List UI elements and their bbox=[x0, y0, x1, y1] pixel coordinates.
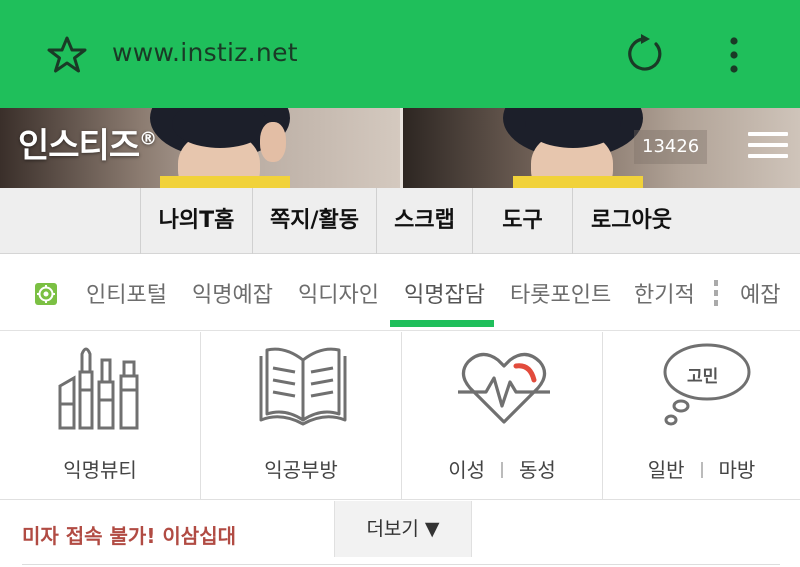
open-book-icon bbox=[259, 347, 347, 426]
site-logo[interactable]: 인스티즈® bbox=[18, 118, 157, 167]
more-button[interactable]: 더보기 ▼ bbox=[334, 501, 472, 557]
divider-line bbox=[22, 564, 780, 565]
tab-anon-design[interactable]: 익디자인 bbox=[298, 277, 379, 309]
board-grid: 익명뷰티 익공부방 이성 동성 고민 일반 마방 bbox=[0, 332, 800, 500]
menu-tools[interactable]: 도구 bbox=[472, 188, 572, 254]
banner-photo-right bbox=[403, 108, 800, 188]
user-menu-bar: 나의T홈 쪽지/활동 스크랩 도구 로그아웃 bbox=[0, 188, 800, 254]
tab-anon-entertainment[interactable]: 익명예잡 bbox=[192, 277, 273, 309]
active-tab-indicator bbox=[390, 320, 494, 327]
settings-icon[interactable] bbox=[34, 282, 58, 306]
url-text[interactable]: www.instiz.net bbox=[112, 38, 298, 67]
board-general-link[interactable]: 일반 bbox=[648, 458, 685, 482]
overflow-menu-icon[interactable] bbox=[722, 34, 746, 76]
logo-text: 인스티즈 bbox=[18, 126, 140, 166]
category-tabs: 인티포털 익명예잡 익디자인 익명잡담 타롯포인트 한기적 예잡 bbox=[0, 255, 800, 331]
registered-mark: ® bbox=[139, 128, 157, 150]
header-banner: 인스티즈® 13426 bbox=[0, 108, 800, 188]
board-worry: 고민 일반 마방 bbox=[603, 332, 800, 500]
browser-toolbar: www.instiz.net bbox=[0, 0, 800, 108]
tab-tarot-point[interactable]: 타롯포인트 bbox=[510, 277, 611, 309]
star-icon[interactable] bbox=[46, 34, 88, 76]
board-beauty-label: 익명뷰티 bbox=[63, 458, 137, 482]
board-beauty[interactable]: 익명뷰티 bbox=[0, 332, 201, 500]
notice-link[interactable]: 미자 접속 불가! 이삼십대 bbox=[22, 520, 236, 549]
option-divider bbox=[700, 462, 703, 478]
board-love: 이성 동성 bbox=[402, 332, 603, 500]
board-homo-link[interactable]: 동성 bbox=[519, 458, 556, 482]
thought-bubble-icon bbox=[663, 343, 751, 426]
tab-inti-portal[interactable]: 인티포털 bbox=[86, 277, 167, 309]
thought-bubble-text: 고민 bbox=[687, 367, 719, 387]
tab-hangijeok[interactable]: 한기적 bbox=[634, 277, 695, 309]
notification-count[interactable]: 13426 bbox=[634, 130, 708, 164]
board-study[interactable]: 익공부방 bbox=[201, 332, 402, 500]
board-mabang-link[interactable]: 마방 bbox=[719, 458, 756, 482]
board-love-options: 이성 동성 bbox=[402, 454, 602, 483]
cosmetics-icon bbox=[58, 347, 139, 430]
tab-anon-chat[interactable]: 익명잡담 bbox=[404, 277, 485, 309]
option-divider bbox=[501, 462, 503, 478]
board-worry-options: 일반 마방 bbox=[603, 454, 800, 483]
board-hetero-link[interactable]: 이성 bbox=[448, 458, 485, 482]
reload-icon[interactable] bbox=[622, 32, 666, 76]
board-study-label: 익공부방 bbox=[264, 458, 338, 482]
tab-separator bbox=[714, 280, 718, 310]
menu-scrap[interactable]: 스크랩 bbox=[376, 188, 472, 254]
notice-strip: 미자 접속 불가! 이삼십대 더보기 ▼ bbox=[0, 501, 800, 567]
menu-logout[interactable]: 로그아웃 bbox=[572, 188, 690, 254]
hamburger-menu-icon[interactable] bbox=[748, 132, 788, 162]
heartbeat-icon bbox=[458, 352, 550, 424]
tab-entertainment[interactable]: 예잡 bbox=[740, 277, 780, 309]
menu-my-home[interactable]: 나의T홈 bbox=[140, 188, 252, 254]
menu-messages-activity[interactable]: 쪽지/활동 bbox=[252, 188, 376, 254]
